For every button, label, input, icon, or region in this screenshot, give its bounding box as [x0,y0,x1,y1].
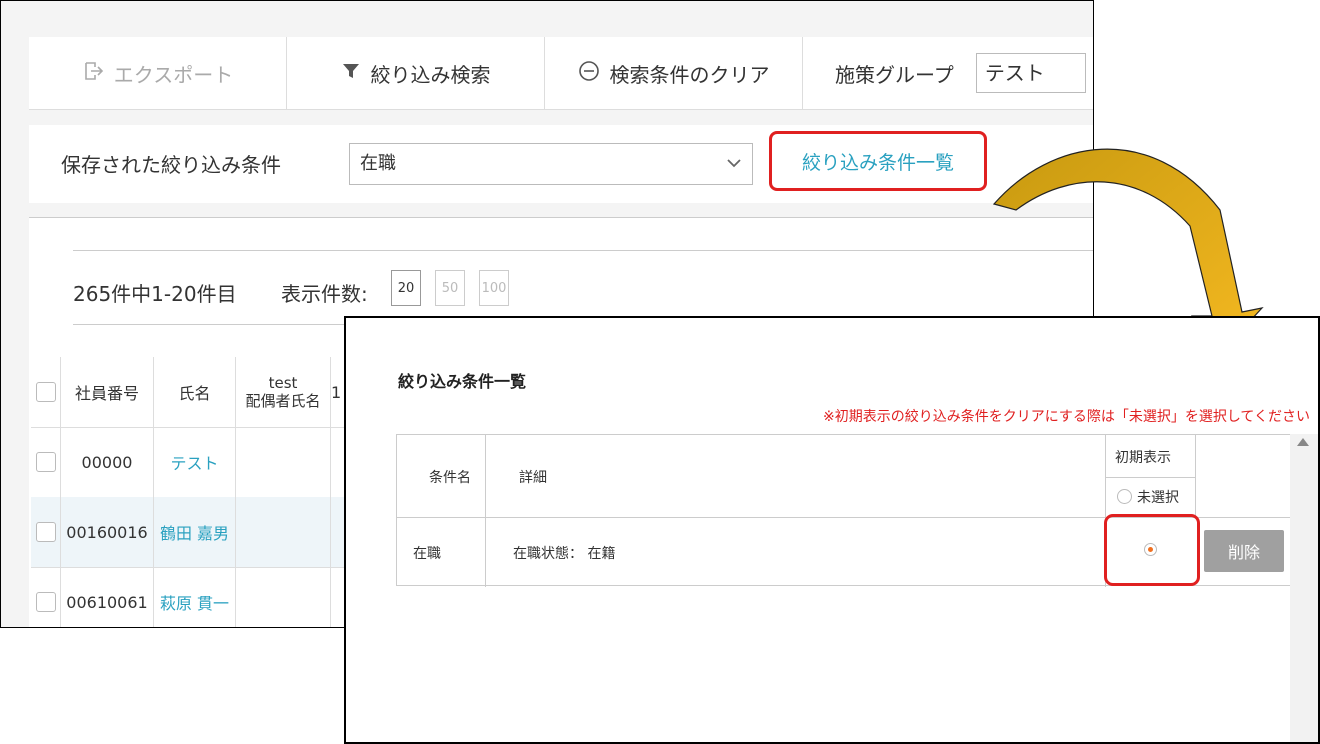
dialog-scrollbar[interactable] [1290,434,1318,742]
filter-search-button[interactable]: 絞り込み検索 [287,37,545,109]
spouse-cell [236,497,331,567]
column-header-name[interactable]: 氏名 [154,357,236,427]
condition-detail-cell: 在職状態： 在籍 [513,546,616,562]
divider [73,250,1093,251]
table-row: 00160016 鶴田 嘉男 [31,497,391,568]
employee-name-link[interactable]: 鶴田 嘉男 [154,497,236,567]
dialog-note: ※初期表示の絞り込み条件をクリアにする際は「未選択」を選択してください [822,409,1310,425]
header-detail: 詳細 [519,470,547,486]
row-checkbox[interactable] [35,522,56,542]
divider [1105,477,1195,478]
group-selector: 施策グループ テスト [803,37,1093,109]
per-page-20-button[interactable]: 20 [391,270,421,306]
saved-filter-select[interactable]: 在職 [349,143,753,185]
header-condition-name: 条件名 [429,470,471,486]
radio-unselected-label: 未選択 [1137,490,1179,506]
select-all-cell [31,357,61,427]
group-label: 施策グループ [835,62,954,87]
export-button[interactable]: エクスポート [29,37,287,109]
saved-filter-label: 保存された絞り込み条件 [61,153,281,177]
highlight-box [1104,514,1200,586]
spouse-cell [236,567,331,627]
row-checkbox-cell [31,497,61,567]
saved-filter-value: 在職 [360,153,396,174]
condition-name-cell: 在職 [413,546,441,562]
clear-conditions-label: 検索条件のクリア [609,62,770,87]
divider [1195,435,1196,517]
divider [485,435,486,587]
filter-list-link[interactable]: 絞り込み条件一覧 [769,131,987,191]
row-checkbox[interactable] [35,592,56,612]
per-page-label: 表示件数: [281,282,368,306]
clear-conditions-button[interactable]: 検索条件のクリア [545,37,803,109]
column-header-spouse-line1: test [268,374,298,392]
row-checkbox-cell [31,427,61,497]
column-header-emp-no[interactable]: 社員番号 [61,357,154,427]
emp-no-cell: 00160016 [61,497,154,567]
table-row: 00610061 萩原 貫一 [31,567,391,627]
group-select[interactable]: テスト [975,53,1086,93]
filter-search-label: 絞り込み検索 [370,62,491,87]
row-checkbox[interactable] [35,452,56,472]
emp-no-cell: 00000 [61,427,154,497]
scroll-up-icon[interactable] [1297,438,1309,446]
per-page-100-button[interactable]: 100 [479,270,509,306]
chevron-down-icon [726,144,742,199]
funnel-icon [341,61,361,86]
employee-name-link[interactable]: 萩原 貫一 [154,567,236,627]
delete-button[interactable]: 削除 [1204,530,1284,572]
filter-list-dialog: 絞り込み条件一覧 ※初期表示の絞り込み条件をクリアにする際は「未選択」を選択して… [344,316,1320,744]
column-header-spouse[interactable]: test 配偶者氏名 [236,357,331,427]
spouse-cell [236,427,331,497]
header-initial-display: 初期表示 [1115,450,1171,466]
select-all-checkbox[interactable] [35,382,56,402]
per-page-50-button[interactable]: 50 [435,270,465,306]
emp-no-cell: 00610061 [61,567,154,627]
table-header-row: 社員番号 氏名 test 配偶者氏名 1 [31,357,391,428]
table-row: 00000 テスト [31,427,391,498]
minus-circle-icon [578,60,600,87]
export-label: エクスポート [113,62,234,87]
row-checkbox-cell [31,567,61,627]
dialog-title: 絞り込み条件一覧 [398,372,527,391]
radio-unselected[interactable] [1117,489,1132,504]
result-count: 265件中1-20件目 [73,282,237,306]
toolbar: エクスポート 絞り込み検索 検索条件のクリア 施策グループ テスト [29,37,1093,110]
employee-name-link[interactable]: テスト [154,427,236,497]
export-icon [82,60,104,87]
column-header-spouse-line2: 配偶者氏名 [245,392,321,410]
